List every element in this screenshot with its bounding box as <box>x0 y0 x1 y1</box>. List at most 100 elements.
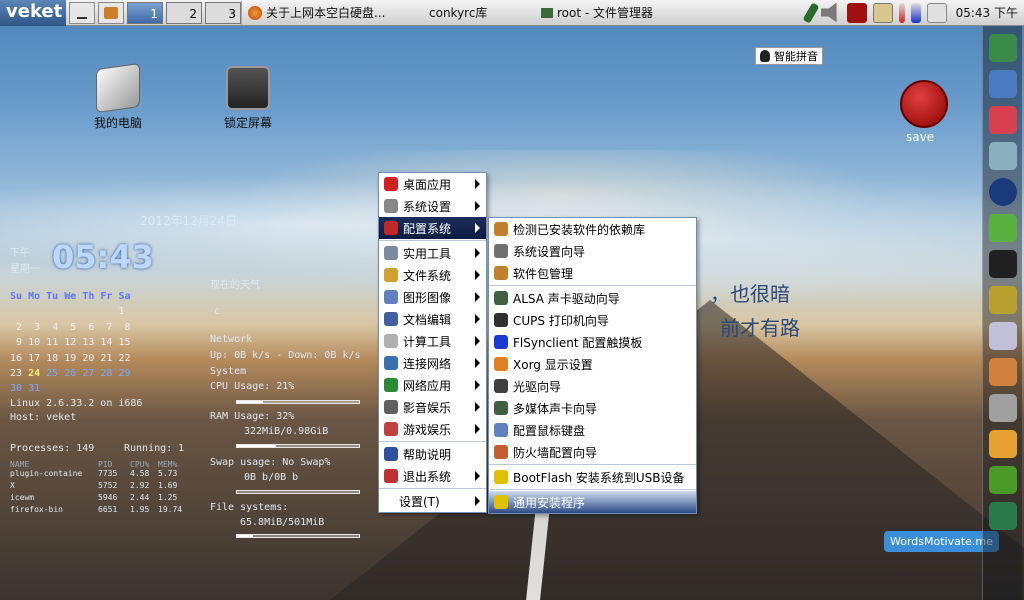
pen-icon[interactable] <box>802 1 820 24</box>
conky-processes: Processes: 149 <box>10 443 95 454</box>
menu-item[interactable]: 图形图像 <box>379 286 486 308</box>
save-button[interactable] <box>900 80 948 128</box>
menu-item[interactable]: 实用工具 <box>379 242 486 264</box>
dock-item-penguin[interactable] <box>988 250 1017 278</box>
dock-item-10[interactable] <box>988 358 1017 386</box>
conky-swap-detail: 0B b/0B b <box>244 472 299 483</box>
desktop-icon-lock-screen[interactable]: 锁定屏幕 <box>214 66 282 131</box>
menu-item-label: 系统设置向导 <box>513 244 586 259</box>
menu-item[interactable]: 文档编辑 <box>379 308 486 330</box>
bottle-icon <box>384 199 398 213</box>
task-firefox[interactable]: 关于上网本空白硬盘... <box>241 0 403 25</box>
taskbar-clock[interactable]: 05:43 下午 <box>950 4 1024 21</box>
calendar-row: 2 3 4 5 6 7 8 <box>16 321 131 333</box>
calendar-today: 24 <box>28 367 41 379</box>
menu-item[interactable]: 桌面应用 <box>379 173 486 195</box>
thermometer-icon[interactable] <box>898 2 905 23</box>
menu-separator <box>379 488 486 489</box>
dock-item-4[interactable] <box>988 142 1017 170</box>
workspace-1[interactable]: 1 <box>127 1 163 24</box>
menu-item[interactable]: 检测已安装软件的依赖库 <box>489 218 696 240</box>
dock-item-5[interactable] <box>988 178 1017 206</box>
menu-item-label: 退出系统 <box>403 469 452 484</box>
start-logo[interactable]: veket <box>0 0 66 26</box>
minimize-button[interactable] <box>69 1 95 24</box>
menu-item-label: ALSA 声卡驱动向导 <box>513 291 620 306</box>
dock-item-help[interactable] <box>988 466 1017 494</box>
globe-icon <box>384 378 398 392</box>
tools-icon[interactable] <box>98 1 124 24</box>
calendar-header: Su Mo Tu We Th Fr Sa <box>10 291 131 302</box>
main-menu: 桌面应用系统设置配置系统实用工具文件系统图形图像文档编辑计算工具 连接网络 网络应用… <box>378 172 487 513</box>
menu-item[interactable]: 防火墙配置向导 <box>489 441 696 463</box>
memory-icon[interactable] <box>910 2 921 23</box>
menu-item-label: 检测已安装软件的依赖库 <box>513 222 646 237</box>
menu-item[interactable]: 文件系统 <box>379 264 486 286</box>
menu-item-label: 桌面应用 <box>403 177 452 192</box>
calendar-row: 16 17 18 19 20 21 22 <box>10 352 131 364</box>
menu-item[interactable]: FlSynclient 配置触摸板 <box>489 331 696 353</box>
wallpaper-quote-line1: ，也很暗 <box>710 282 790 306</box>
menu-separator <box>379 240 486 241</box>
dock-item-3[interactable] <box>988 106 1017 134</box>
menu-item[interactable]: 系统设置向导 <box>489 240 696 262</box>
menu-item[interactable]: 光驱向导 <box>489 375 696 397</box>
dock-item-8[interactable] <box>988 286 1017 314</box>
menu-item[interactable]: 游戏娱乐 <box>379 418 486 440</box>
battery-icon[interactable] <box>846 2 867 23</box>
menu-item[interactable]: 系统设置 <box>379 195 486 217</box>
network-monitor-icon[interactable] <box>926 2 947 23</box>
image-icon <box>384 290 398 304</box>
speaker-icon <box>494 291 508 305</box>
menu-item[interactable]: Xorg 显示设置 <box>489 353 696 375</box>
network-icon <box>384 356 398 370</box>
menu-item[interactable]: 网络应用 <box>379 374 486 396</box>
lightning-icon <box>494 495 508 509</box>
dock-item-14[interactable] <box>988 502 1017 530</box>
conky-process-table: NAME PID CPU% MEM% plugin-containe 7735 4.58 5… <box>10 460 190 517</box>
volume-icon[interactable] <box>820 2 837 23</box>
menu-item[interactable]: 配置系统 <box>379 217 486 239</box>
workspace-3[interactable]: 3 <box>205 1 241 24</box>
dock-item-monitor[interactable] <box>988 70 1017 98</box>
dock-item-1[interactable] <box>988 34 1017 62</box>
task-label: conkyrc库 <box>429 6 488 20</box>
menu-item[interactable]: CUPS 打印机向导 <box>489 309 696 331</box>
dock-item-6[interactable] <box>988 214 1017 242</box>
menu-item-label: 图形图像 <box>403 290 452 305</box>
menu-item[interactable]: 软件包管理 <box>489 262 696 284</box>
desktop-icon-my-computer[interactable]: 我的电脑 <box>84 62 152 131</box>
menu-item[interactable]: 多媒体声卡向导 <box>489 397 696 419</box>
menu-item[interactable]: BootFlash 安装系统到USB设备 <box>489 466 696 488</box>
wand-icon <box>384 221 398 235</box>
menu-item[interactable]: 设置(T) <box>379 490 486 512</box>
ime-indicator[interactable]: 智能拼音 <box>755 47 823 65</box>
calendar-row: 23 24 25 26 27 28 29 <box>10 367 131 379</box>
dock-item-11[interactable] <box>988 394 1017 422</box>
menu-item[interactable]: 连接网络 <box>379 352 486 374</box>
gear-icon <box>494 244 508 258</box>
document-icon <box>384 312 398 326</box>
menu-item[interactable]: ALSA 声卡驱动向导 <box>489 287 696 309</box>
desktop: veket 1 2 3 关于上网本空白硬盘... conkyrc库 root -… <box>0 0 1024 600</box>
menu-item[interactable]: 帮助说明 <box>379 443 486 465</box>
dock-item-12[interactable] <box>988 430 1017 458</box>
menu-item-label: 系统设置 <box>403 199 452 214</box>
menu-item[interactable]: 退出系统 <box>379 465 486 487</box>
chevron-right-icon <box>475 336 480 346</box>
task-file-manager[interactable]: root - 文件管理器 <box>535 1 687 25</box>
package-icon <box>494 266 508 280</box>
menu-item[interactable]: 计算工具 <box>379 330 486 352</box>
dock-item-9[interactable] <box>988 322 1017 350</box>
menu-item-label: 文档编辑 <box>403 312 452 327</box>
menu-item[interactable]: 通用安装程序 <box>489 491 696 513</box>
workspace-2[interactable]: 2 <box>166 1 202 24</box>
menu-item[interactable]: 影音娱乐 <box>379 396 486 418</box>
task-conkyrc[interactable]: conkyrc库 <box>403 1 535 25</box>
menu-item[interactable]: 配置鼠标键盘 <box>489 419 696 441</box>
media-icon <box>384 400 398 414</box>
notepad-icon[interactable] <box>872 2 893 23</box>
menu-item-label: 影音娱乐 <box>403 400 452 415</box>
menu-item-label: 文件系统 <box>403 268 452 283</box>
save-label: save <box>906 130 935 144</box>
